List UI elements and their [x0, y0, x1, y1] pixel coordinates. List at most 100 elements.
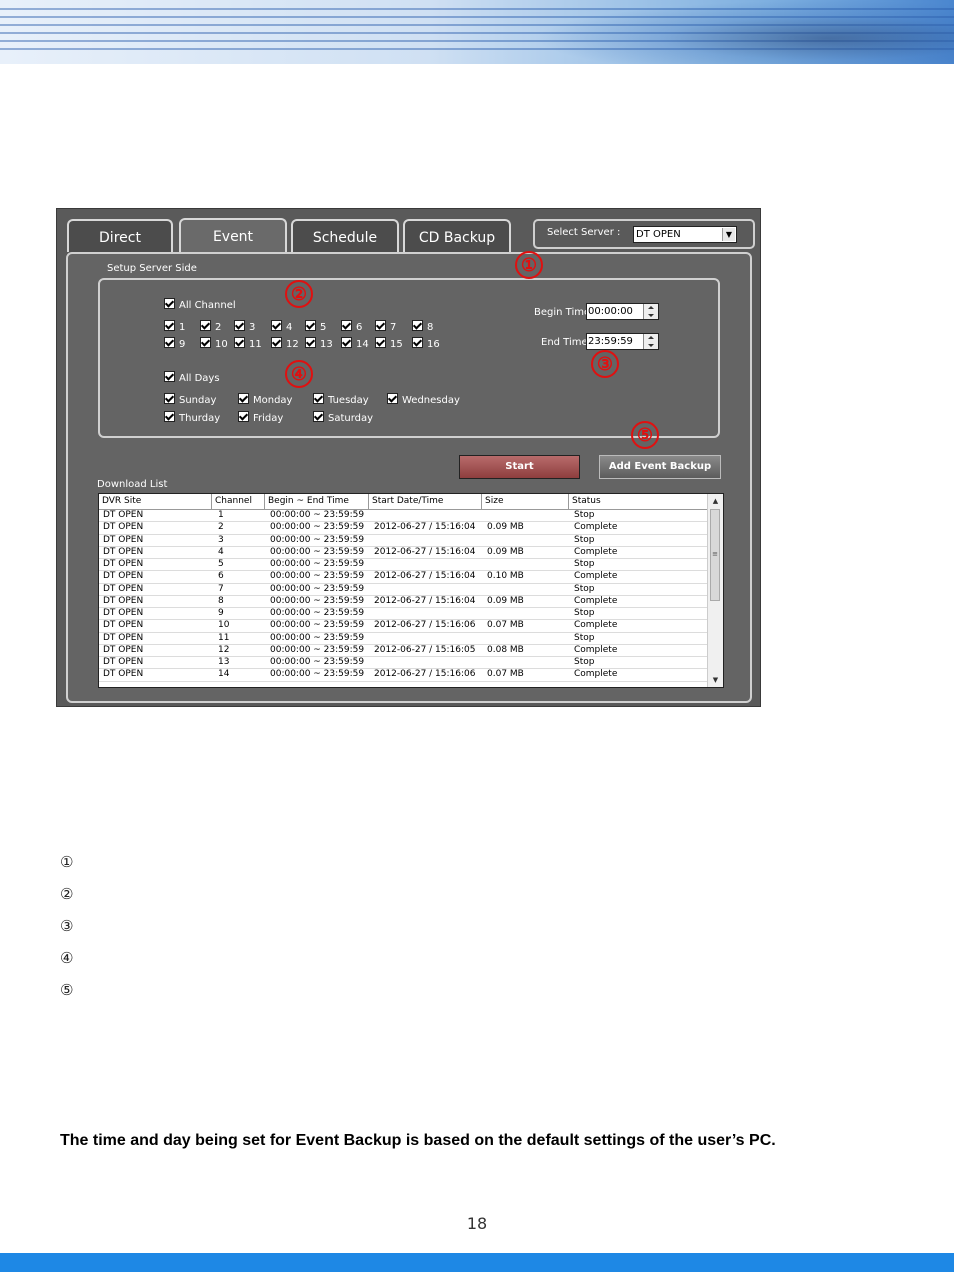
spinner-arrows-icon[interactable] — [643, 304, 658, 319]
download-list-scrollbar[interactable]: ▲ ≡ ▼ — [707, 494, 723, 687]
channel-checkbox-10[interactable]: 10 — [200, 337, 228, 350]
table-cell: 00:00:00 ~ 23:59:59 — [270, 571, 365, 582]
table-cell: 6 — [218, 571, 224, 582]
channel-checkbox-1[interactable]: 1 — [164, 320, 185, 333]
column-header-status[interactable]: Status — [569, 494, 707, 509]
table-cell: 0.09 MB — [487, 595, 524, 606]
setup-caption: Setup Server Side — [107, 263, 197, 274]
channel-checkbox-2[interactable]: 2 — [200, 320, 221, 333]
table-row[interactable]: DT OPEN 13 00:00:00 ~ 23:59:59 Stop — [99, 657, 707, 670]
table-cell: 10 — [218, 620, 230, 631]
spinner-arrows-icon[interactable] — [643, 334, 658, 349]
table-cell: DT OPEN — [103, 534, 144, 545]
table-row[interactable]: DT OPEN 9 00:00:00 ~ 23:59:59 Stop — [99, 608, 707, 621]
day-checkbox-friday[interactable]: Friday — [238, 411, 283, 424]
table-cell: DT OPEN — [103, 644, 144, 655]
tab-cd-backup[interactable]: CD Backup — [403, 219, 511, 252]
table-cell: 4 — [218, 546, 224, 557]
table-cell: 14 — [218, 669, 230, 680]
table-cell: Stop — [574, 559, 595, 569]
table-row[interactable]: DT OPEN 14 00:00:00 ~ 23:59:59 2012-06-27 /… — [99, 669, 707, 682]
table-cell: DT OPEN — [103, 632, 144, 643]
channel-checkbox-7[interactable]: 7 — [375, 320, 396, 333]
channel-checkbox-8[interactable]: 8 — [412, 320, 433, 333]
table-cell: 5 — [218, 559, 224, 569]
day-checkbox-monday[interactable]: Monday — [238, 393, 292, 406]
end-time-input[interactable]: 23:59:59 — [586, 333, 659, 350]
table-cell: DT OPEN — [103, 546, 144, 557]
add-event-backup-button[interactable]: Add Event Backup — [599, 455, 721, 479]
start-button[interactable]: Start — [459, 455, 580, 479]
channel-checkbox-14[interactable]: 14 — [341, 337, 369, 350]
channel-checkbox-13[interactable]: 13 — [305, 337, 333, 350]
channel-checkbox-5[interactable]: 5 — [305, 320, 326, 333]
all-days-checkbox[interactable]: All Days — [164, 371, 220, 384]
callout-marker-4: ④ — [285, 360, 313, 388]
table-row[interactable]: DT OPEN 6 00:00:00 ~ 23:59:59 2012-06-27 / … — [99, 571, 707, 584]
download-list[interactable]: DVR Site Channel Begin ~ End Time Start … — [98, 493, 724, 688]
tab-event[interactable]: Event — [179, 218, 287, 253]
channel-checkbox-6[interactable]: 6 — [341, 320, 362, 333]
legend-item-2: ② — [60, 885, 74, 903]
table-cell: Stop — [574, 583, 595, 594]
table-row[interactable]: DT OPEN 2 00:00:00 ~ 23:59:59 2012-06-27 / … — [99, 522, 707, 535]
table-row[interactable]: DT OPEN 12 00:00:00 ~ 23:59:59 2012-06-27 /… — [99, 645, 707, 657]
day-checkbox-saturday[interactable]: Saturday — [313, 411, 373, 424]
checkmark-icon — [375, 337, 386, 348]
table-row[interactable]: DT OPEN 5 00:00:00 ~ 23:59:59 Stop — [99, 559, 707, 572]
checkmark-icon — [387, 393, 398, 404]
header-banner — [0, 0, 954, 64]
day-checkbox-thurday[interactable]: Thurday — [164, 411, 220, 424]
channel-checkbox-9[interactable]: 9 — [164, 337, 185, 350]
channel-checkbox-15[interactable]: 15 — [375, 337, 403, 350]
checkmark-icon — [305, 320, 316, 331]
table-cell: 00:00:00 ~ 23:59:59 — [270, 546, 365, 557]
table-row[interactable]: DT OPEN 11 00:00:00 ~ 23:59:59 Stop — [99, 633, 707, 645]
tab-direct[interactable]: Direct — [67, 219, 173, 252]
event-backup-note: The time and day being set for Event Bac… — [60, 1132, 776, 1149]
server-dropdown[interactable]: DT OPEN ▼ — [633, 226, 737, 243]
tab-schedule[interactable]: Schedule — [291, 219, 399, 252]
legend-item-5: ⑤ — [60, 981, 74, 999]
checkmark-icon — [164, 411, 175, 422]
event-backup-window: Direct Event Schedule CD Backup Select S… — [56, 208, 761, 707]
column-header-start-date-time[interactable]: Start Date/Time — [369, 494, 482, 509]
scroll-down-icon[interactable]: ▼ — [708, 673, 723, 687]
day-checkbox-wednesday[interactable]: Wednesday — [387, 393, 460, 406]
table-cell: DT OPEN — [103, 669, 144, 680]
day-checkbox-tuesday[interactable]: Tuesday — [313, 393, 369, 406]
column-header-begin-end-time[interactable]: Begin ~ End Time — [265, 494, 369, 509]
scroll-up-icon[interactable]: ▲ — [708, 494, 723, 508]
channel-checkbox-12[interactable]: 12 — [271, 337, 299, 350]
table-row[interactable]: DT OPEN 4 00:00:00 ~ 23:59:59 2012-06-27 / … — [99, 547, 707, 559]
channel-checkbox-16[interactable]: 16 — [412, 337, 440, 350]
table-row[interactable]: DT OPEN 3 00:00:00 ~ 23:59:59 Stop — [99, 535, 707, 547]
table-cell: Complete — [574, 595, 618, 606]
column-header-size[interactable]: Size — [482, 494, 569, 509]
checkmark-icon — [164, 371, 175, 382]
column-header-channel[interactable]: Channel — [212, 494, 265, 509]
table-row[interactable]: DT OPEN 1 00:00:00 ~ 23:59:59 Stop — [99, 510, 707, 523]
all-channel-checkbox[interactable]: All Channel — [164, 298, 236, 311]
table-cell: 00:00:00 ~ 23:59:59 — [270, 534, 365, 545]
checkmark-icon — [313, 411, 324, 422]
table-cell: 2012-06-27 / 15:16:04 — [374, 546, 476, 557]
day-checkbox-sunday[interactable]: Sunday — [164, 393, 216, 406]
table-row[interactable]: DT OPEN 10 00:00:00 ~ 23:59:59 2012-06-27 /… — [99, 620, 707, 633]
table-cell: Stop — [574, 608, 595, 618]
column-header-dvr-site[interactable]: DVR Site — [99, 494, 212, 509]
table-row[interactable]: DT OPEN 8 00:00:00 ~ 23:59:59 2012-06-27 / … — [99, 596, 707, 608]
callout-marker-1: ① — [515, 251, 543, 279]
table-cell: 3 — [218, 534, 224, 545]
chevron-down-icon[interactable]: ▼ — [722, 228, 735, 241]
table-row[interactable]: DT OPEN 7 00:00:00 ~ 23:59:59 Stop — [99, 584, 707, 596]
channel-checkbox-11[interactable]: 11 — [234, 337, 262, 350]
scroll-thumb[interactable]: ≡ — [710, 509, 720, 601]
event-panel: Setup Server Side All Channel 1234567891… — [66, 252, 752, 703]
channel-checkbox-4[interactable]: 4 — [271, 320, 292, 333]
server-label: Select Server : — [547, 227, 621, 238]
download-rows: DT OPEN 1 00:00:00 ~ 23:59:59 Stop DT OPEN 2 0… — [99, 510, 707, 682]
channel-checkbox-3[interactable]: 3 — [234, 320, 255, 333]
table-cell: 00:00:00 ~ 23:59:59 — [270, 632, 365, 643]
begin-time-input[interactable]: 00:00:00 — [586, 303, 659, 320]
